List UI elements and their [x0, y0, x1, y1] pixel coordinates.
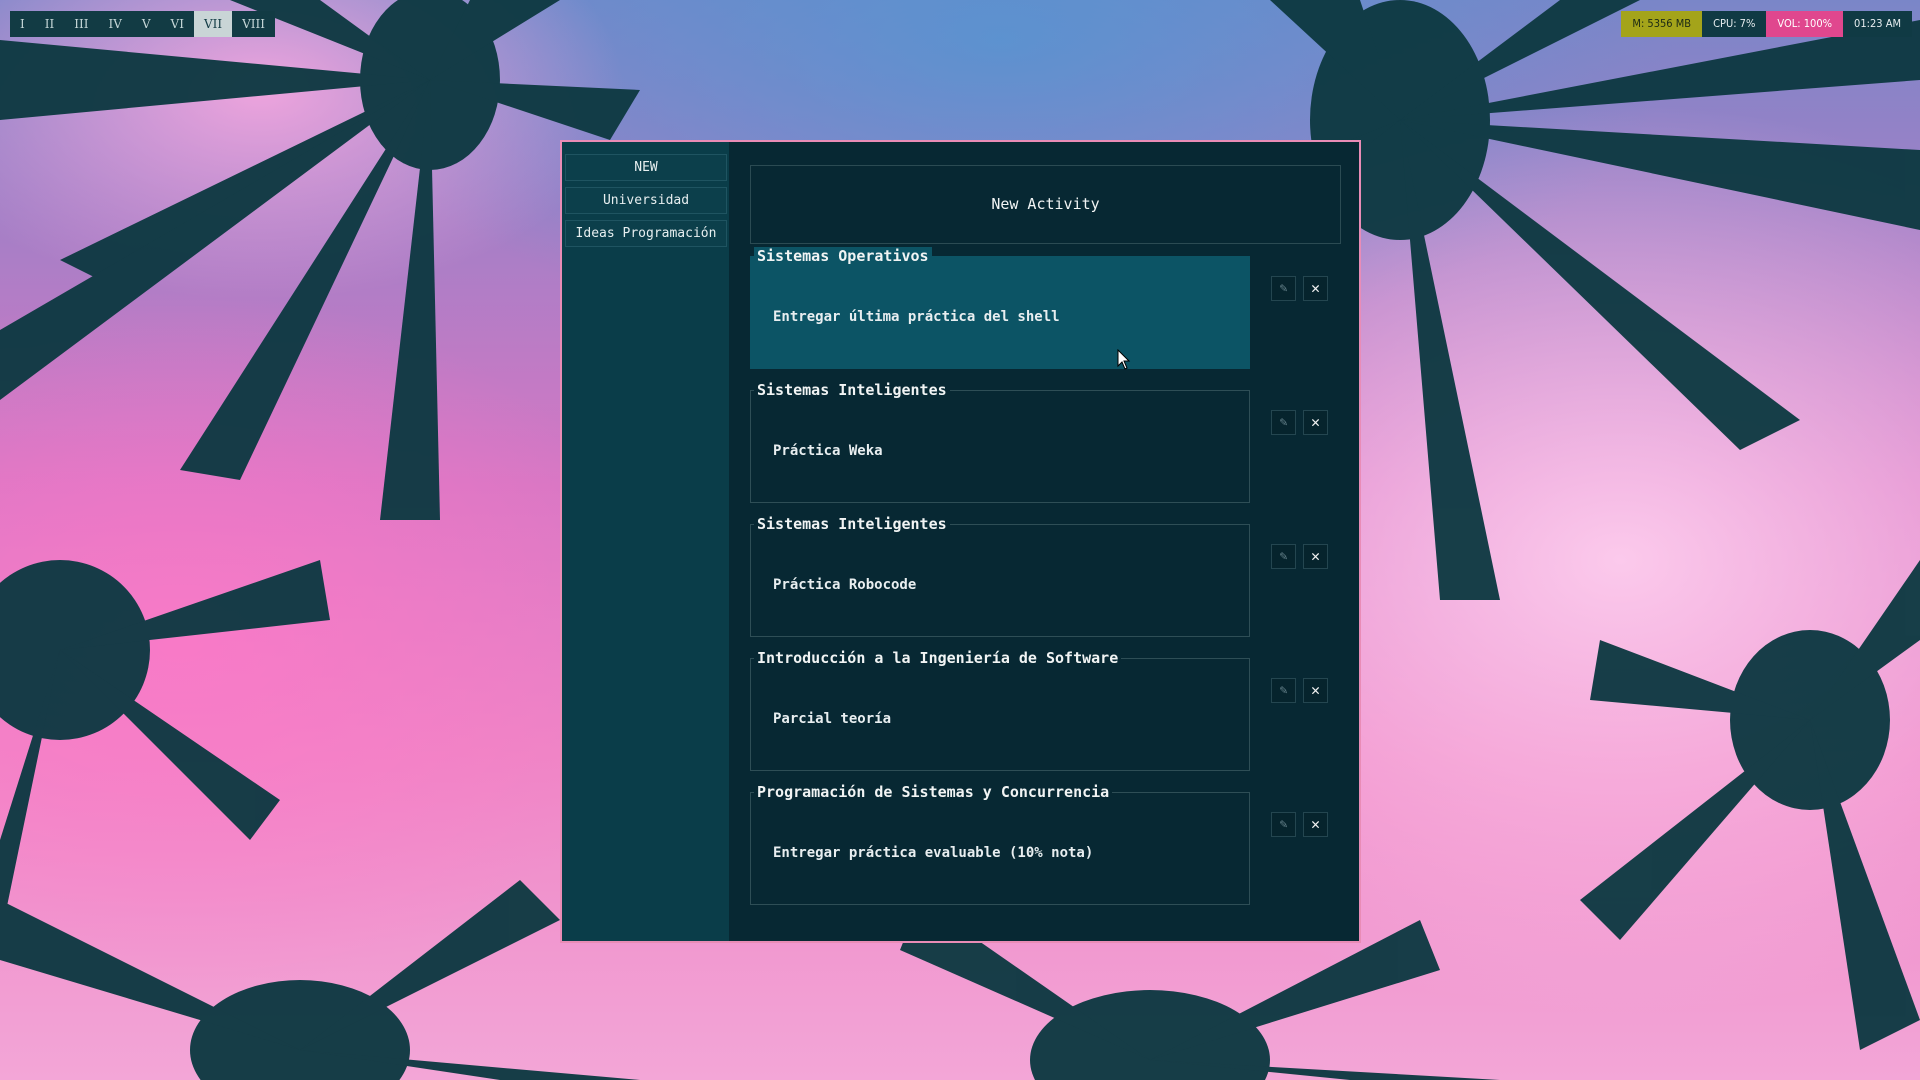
activity-task: Práctica Robocode — [773, 577, 917, 593]
workspace-6[interactable]: VI — [161, 11, 194, 37]
activity-card[interactable]: Sistemas Operativos Entregar última prác… — [750, 247, 1250, 369]
activity-subject: Sistemas Inteligentes — [754, 515, 950, 533]
workspace-4[interactable]: IV — [98, 11, 131, 37]
activity-subject: Programación de Sistemas y Concurrencia — [754, 783, 1113, 801]
workspace-2[interactable]: II — [35, 11, 64, 37]
delete-button[interactable]: ✕ — [1303, 678, 1328, 703]
workspace-8[interactable]: VIII — [232, 11, 275, 37]
activity-card[interactable]: Programación de Sistemas y Concurrencia … — [750, 783, 1250, 905]
workspace-7[interactable]: VII — [193, 11, 233, 37]
activity-task: Entregar práctica evaluable (10% nota) — [773, 845, 1094, 861]
activity-subject: Sistemas Inteligentes — [754, 381, 950, 399]
volume-status[interactable]: VOL: 100% — [1766, 11, 1844, 37]
workspace-3[interactable]: III — [64, 11, 98, 37]
pencil-icon: ✎ — [1279, 549, 1288, 564]
cpu-status: CPU: 7% — [1702, 11, 1767, 37]
edit-button[interactable]: ✎ — [1271, 678, 1296, 703]
activity-subject: Sistemas Operativos — [754, 247, 932, 265]
workspace-5[interactable]: V — [132, 11, 161, 37]
status-bar: M: 5356 MB CPU: 7% VOL: 100% 01:23 AM — [1621, 11, 1912, 37]
memory-status: M: 5356 MB — [1621, 11, 1703, 37]
todo-window: NEW Universidad Ideas Programación New A… — [560, 140, 1361, 943]
edit-button[interactable]: ✎ — [1271, 812, 1296, 837]
pencil-icon: ✎ — [1279, 683, 1288, 698]
activity-card[interactable]: Sistemas Inteligentes Práctica Robocode — [750, 515, 1250, 637]
clock: 01:23 AM — [1843, 11, 1912, 37]
edit-button[interactable]: ✎ — [1271, 276, 1296, 301]
sidebar-item-new[interactable]: NEW — [565, 154, 727, 181]
close-icon: ✕ — [1310, 815, 1321, 833]
close-icon: ✕ — [1310, 681, 1321, 699]
delete-button[interactable]: ✕ — [1303, 812, 1328, 837]
activity-panel: New Activity Sistemas Operativos Entrega… — [729, 142, 1359, 941]
edit-button[interactable]: ✎ — [1271, 544, 1296, 569]
close-icon: ✕ — [1310, 413, 1321, 431]
sidebar: NEW Universidad Ideas Programación — [562, 142, 729, 941]
sidebar-item-universidad[interactable]: Universidad — [565, 187, 727, 214]
mouse-cursor-icon — [1117, 349, 1131, 370]
close-icon: ✕ — [1310, 279, 1321, 297]
activity-task: Entregar última práctica del shell — [773, 309, 1060, 325]
pencil-icon: ✎ — [1279, 415, 1288, 430]
pencil-icon: ✎ — [1279, 281, 1288, 296]
new-activity-button[interactable]: New Activity — [750, 165, 1341, 244]
workspace-bar: I II III IV V VI VII VIII — [10, 11, 275, 37]
delete-button[interactable]: ✕ — [1303, 276, 1328, 301]
edit-button[interactable]: ✎ — [1271, 410, 1296, 435]
activity-task: Práctica Weka — [773, 443, 883, 459]
sidebar-item-ideas-programacion[interactable]: Ideas Programación — [565, 220, 727, 247]
activity-card[interactable]: Introducción a la Ingeniería de Software… — [750, 649, 1250, 771]
pencil-icon: ✎ — [1279, 817, 1288, 832]
delete-button[interactable]: ✕ — [1303, 410, 1328, 435]
delete-button[interactable]: ✕ — [1303, 544, 1328, 569]
close-icon: ✕ — [1310, 547, 1321, 565]
workspace-1[interactable]: I — [10, 11, 35, 37]
activity-card[interactable]: Sistemas Inteligentes Práctica Weka — [750, 381, 1250, 503]
activity-subject: Introducción a la Ingeniería de Software — [754, 649, 1122, 667]
activity-task: Parcial teoría — [773, 711, 892, 727]
